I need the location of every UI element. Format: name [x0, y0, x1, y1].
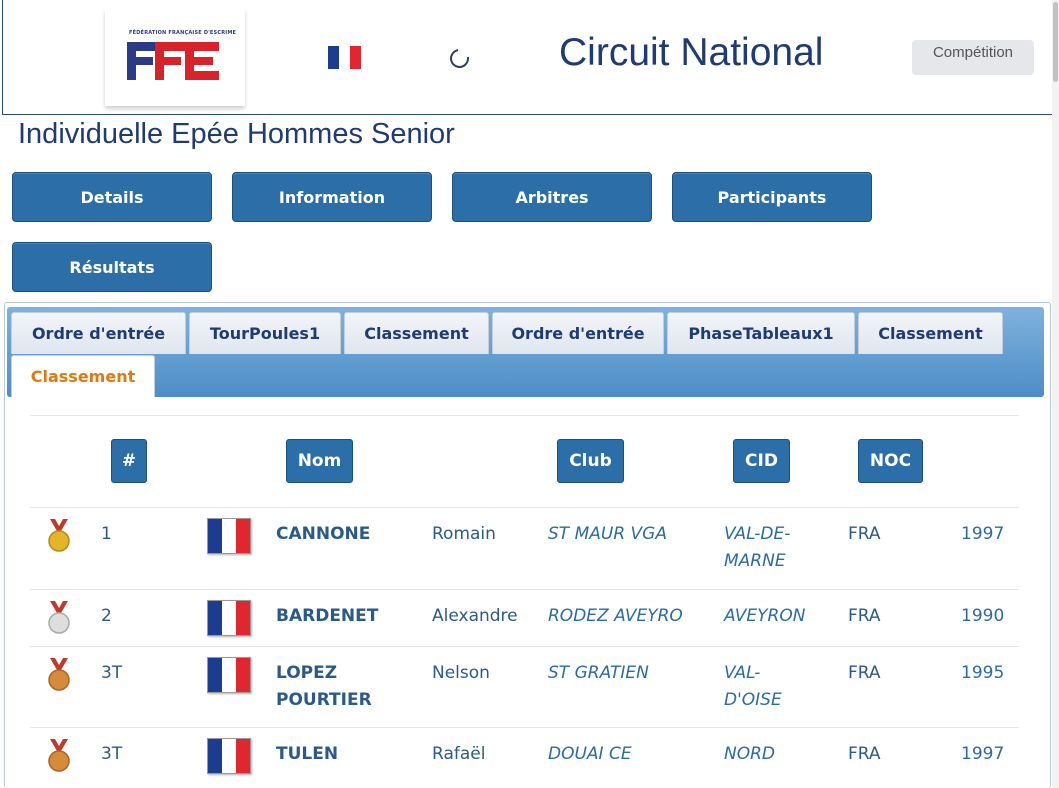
event-title: Individuelle Epée Hommes Senior: [18, 118, 455, 150]
birth-year-cell: 1990: [961, 606, 1005, 626]
ffe-logo[interactable]: FÉDÉRATION FRANÇAISE D'ESCRIME: [105, 8, 245, 106]
rank-cell: 2: [101, 606, 112, 626]
gold-medal-icon: [48, 519, 70, 552]
france-flag-icon: [207, 657, 251, 693]
loading-spinner-icon: [446, 45, 473, 72]
table-row[interactable]: [30, 507, 1019, 589]
birth-year-cell: 1997: [961, 524, 1005, 544]
details-button[interactable]: Details: [12, 172, 212, 222]
club-cell: ST MAUR VGA: [548, 524, 667, 544]
rank-cell: 3T: [101, 744, 123, 764]
bronze-medal-icon: [48, 739, 70, 772]
club-cell: RODEZ AVEYRO: [548, 606, 683, 626]
club-cell: DOUAI CE: [548, 744, 632, 764]
tab-classement-tableaux[interactable]: Classement: [858, 312, 1003, 354]
logo-letter-e-icon: [185, 42, 219, 80]
resultats-button[interactable]: Résultats: [12, 242, 212, 292]
results-table: [30, 415, 1019, 416]
scrollbar-track[interactable]: [1052, 0, 1059, 788]
silver-medal-icon: [48, 601, 70, 634]
first-name-cell: Rafaël: [432, 744, 486, 764]
logo-subtitle: FÉDÉRATION FRANÇAISE D'ESCRIME: [129, 30, 237, 36]
cid-cell: VAL- D'OISE: [724, 663, 782, 710]
column-header-club[interactable]: Club: [557, 439, 624, 483]
rank-cell: 1: [101, 524, 112, 544]
bronze-medal-icon: [48, 658, 70, 691]
tab-ordre-entree-tableaux[interactable]: Ordre d'entrée: [492, 312, 664, 354]
first-name-cell: Romain: [432, 524, 496, 544]
noc-cell: FRA: [848, 663, 881, 683]
cid-cell: VAL-DE- MARNE: [724, 524, 791, 571]
birth-year-cell: 1997: [961, 744, 1005, 764]
participants-button[interactable]: Participants: [672, 172, 872, 222]
last-name-cell[interactable]: TULEN: [276, 741, 338, 768]
noc-cell: FRA: [848, 524, 881, 544]
cid-cell: AVEYRON: [724, 606, 806, 626]
column-header-rank[interactable]: #: [111, 439, 147, 483]
france-flag-icon: [207, 738, 251, 774]
last-name-cell[interactable]: LOPEZ POURTIER: [276, 660, 372, 714]
header-bar: FÉDÉRATION FRANÇAISE D'ESCRIME Circuit N…: [2, 0, 1056, 115]
tab-classement-general[interactable]: Classement: [11, 355, 155, 397]
last-name-cell[interactable]: BARDENET: [276, 603, 378, 630]
tab-phasetableaux1[interactable]: PhaseTableaux1: [667, 312, 855, 354]
column-header-cid[interactable]: CID: [733, 439, 790, 483]
noc-cell: FRA: [848, 606, 881, 626]
french-flag-icon[interactable]: [328, 46, 361, 69]
arbitres-button[interactable]: Arbitres: [452, 172, 652, 222]
first-name-cell: Nelson: [432, 663, 490, 683]
first-name-cell: Alexandre: [432, 606, 518, 626]
information-button[interactable]: Information: [232, 172, 432, 222]
rank-cell: 3T: [101, 663, 123, 683]
france-flag-icon: [207, 518, 251, 554]
noc-cell: FRA: [848, 744, 881, 764]
competition-button[interactable]: Compétition: [912, 40, 1034, 75]
tab-ordre-entree-poules[interactable]: Ordre d'entrée: [11, 312, 186, 354]
tab-tourpoules1[interactable]: TourPoules1: [189, 312, 341, 354]
cid-cell: NORD: [724, 744, 775, 764]
tab-classement-poules[interactable]: Classement: [344, 312, 489, 354]
site-title: Circuit National: [559, 31, 824, 74]
scrollbar-thumb[interactable]: [1053, 2, 1058, 82]
last-name-cell[interactable]: CANNONE: [276, 521, 370, 548]
column-header-nom[interactable]: Nom: [286, 439, 353, 483]
club-cell: ST GRATIEN: [548, 663, 649, 683]
column-header-noc[interactable]: NOC: [858, 439, 923, 483]
birth-year-cell: 1995: [961, 663, 1005, 683]
france-flag-icon: [207, 600, 251, 636]
